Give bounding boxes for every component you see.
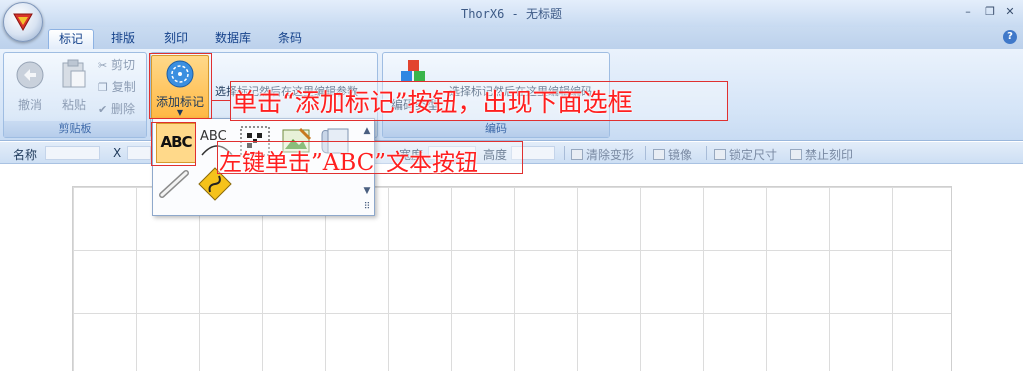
application-menu-button[interactable] <box>3 2 43 42</box>
tab-layout[interactable]: 排版 <box>101 29 145 49</box>
step1-callout: 单击“添加标记”按钮，出现下面选框 <box>232 88 633 117</box>
tab-mark[interactable]: 标记 <box>48 29 95 49</box>
lock-size-button[interactable]: 锁定尺寸 <box>714 146 777 163</box>
add-mark-highlight <box>149 53 212 119</box>
mirror-button[interactable]: 镜像 <box>653 146 692 163</box>
scissors-icon: ✂ <box>98 59 108 72</box>
encode-group-label: 编码 <box>383 121 609 137</box>
separator <box>706 146 707 160</box>
minimize-button[interactable]: – <box>959 4 977 20</box>
close-button[interactable]: ✕ <box>1001 4 1019 20</box>
mirror-icon <box>653 149 665 160</box>
window-title: ThorX6 - 无标题 <box>460 7 563 21</box>
copy-button[interactable]: ❐ 复制 <box>98 77 136 97</box>
copy-icon: ❐ <box>98 81 108 94</box>
paste-label: 粘贴 <box>61 98 86 112</box>
abc-button-highlight <box>151 122 196 166</box>
gallery-resize-grip[interactable]: ⠿ <box>360 199 374 215</box>
disable-engrave-label: 禁止刻印 <box>805 148 854 162</box>
name-label: 名称 <box>13 148 38 162</box>
clear-transform-label: 清除变形 <box>586 148 635 162</box>
mirror-label: 镜像 <box>668 148 693 162</box>
line-button[interactable] <box>156 165 196 205</box>
tab-engrave[interactable]: 刻印 <box>154 29 198 49</box>
clipboard-group-label: 剪贴板 <box>4 121 146 137</box>
gallery-scroll-up-button[interactable]: ▲ <box>360 121 374 141</box>
gallery-scroll-down-button[interactable]: ▼ <box>360 181 374 201</box>
app-logo-icon <box>13 13 33 32</box>
delete-label: 删除 <box>111 102 136 116</box>
lock-size-label: 锁定尺寸 <box>729 148 778 162</box>
help-icon[interactable]: ? <box>1003 30 1017 44</box>
title-bar: ThorX6 - 无标题 – ❐ ✕ <box>0 0 1023 27</box>
separator <box>645 146 646 160</box>
tab-barcode[interactable]: 条码 <box>268 29 312 49</box>
undo-button[interactable]: 撤消 <box>8 56 52 118</box>
undo-icon <box>16 61 44 89</box>
lock-icon <box>714 149 726 160</box>
cut-button[interactable]: ✂ 剪切 <box>98 55 135 75</box>
paste-icon <box>62 59 86 88</box>
cut-label: 剪切 <box>111 58 136 72</box>
x-label: X <box>113 146 122 160</box>
undo-label: 撤消 <box>17 98 42 112</box>
name-field[interactable] <box>45 146 100 160</box>
ribbon-tabs: 标记 排版 刻印 数据库 条码 ? <box>0 27 1023 49</box>
x-field[interactable] <box>127 146 151 160</box>
delete-icon: ✔ <box>98 103 108 116</box>
thorx6-window: ThorX6 - 无标题 – ❐ ✕ 标记 排版 刻印 数据库 条码 ? 撤消 <box>0 0 1023 371</box>
delete-button[interactable]: ✔ 删除 <box>98 99 135 119</box>
separator <box>564 146 565 160</box>
clear-transform-button[interactable]: 清除变形 <box>571 146 634 163</box>
disable-engrave-button[interactable]: 禁止刻印 <box>790 146 853 163</box>
line-icon <box>159 170 189 198</box>
step2-callout: 左键单击”ABC”文本按钮 <box>219 150 479 176</box>
clipboard-group: 撤消 粘贴 ✂ 剪切 ❐ 复制 ✔ 删除 剪贴板 <box>3 52 147 138</box>
tab-database[interactable]: 数据库 <box>205 29 261 49</box>
copy-label: 复制 <box>111 80 136 94</box>
disable-engrave-icon <box>790 149 802 160</box>
paste-button[interactable]: 粘贴 <box>52 56 96 118</box>
restore-button[interactable]: ❐ <box>981 4 999 20</box>
annotation-connector <box>212 100 230 101</box>
clear-transform-icon <box>571 149 583 160</box>
